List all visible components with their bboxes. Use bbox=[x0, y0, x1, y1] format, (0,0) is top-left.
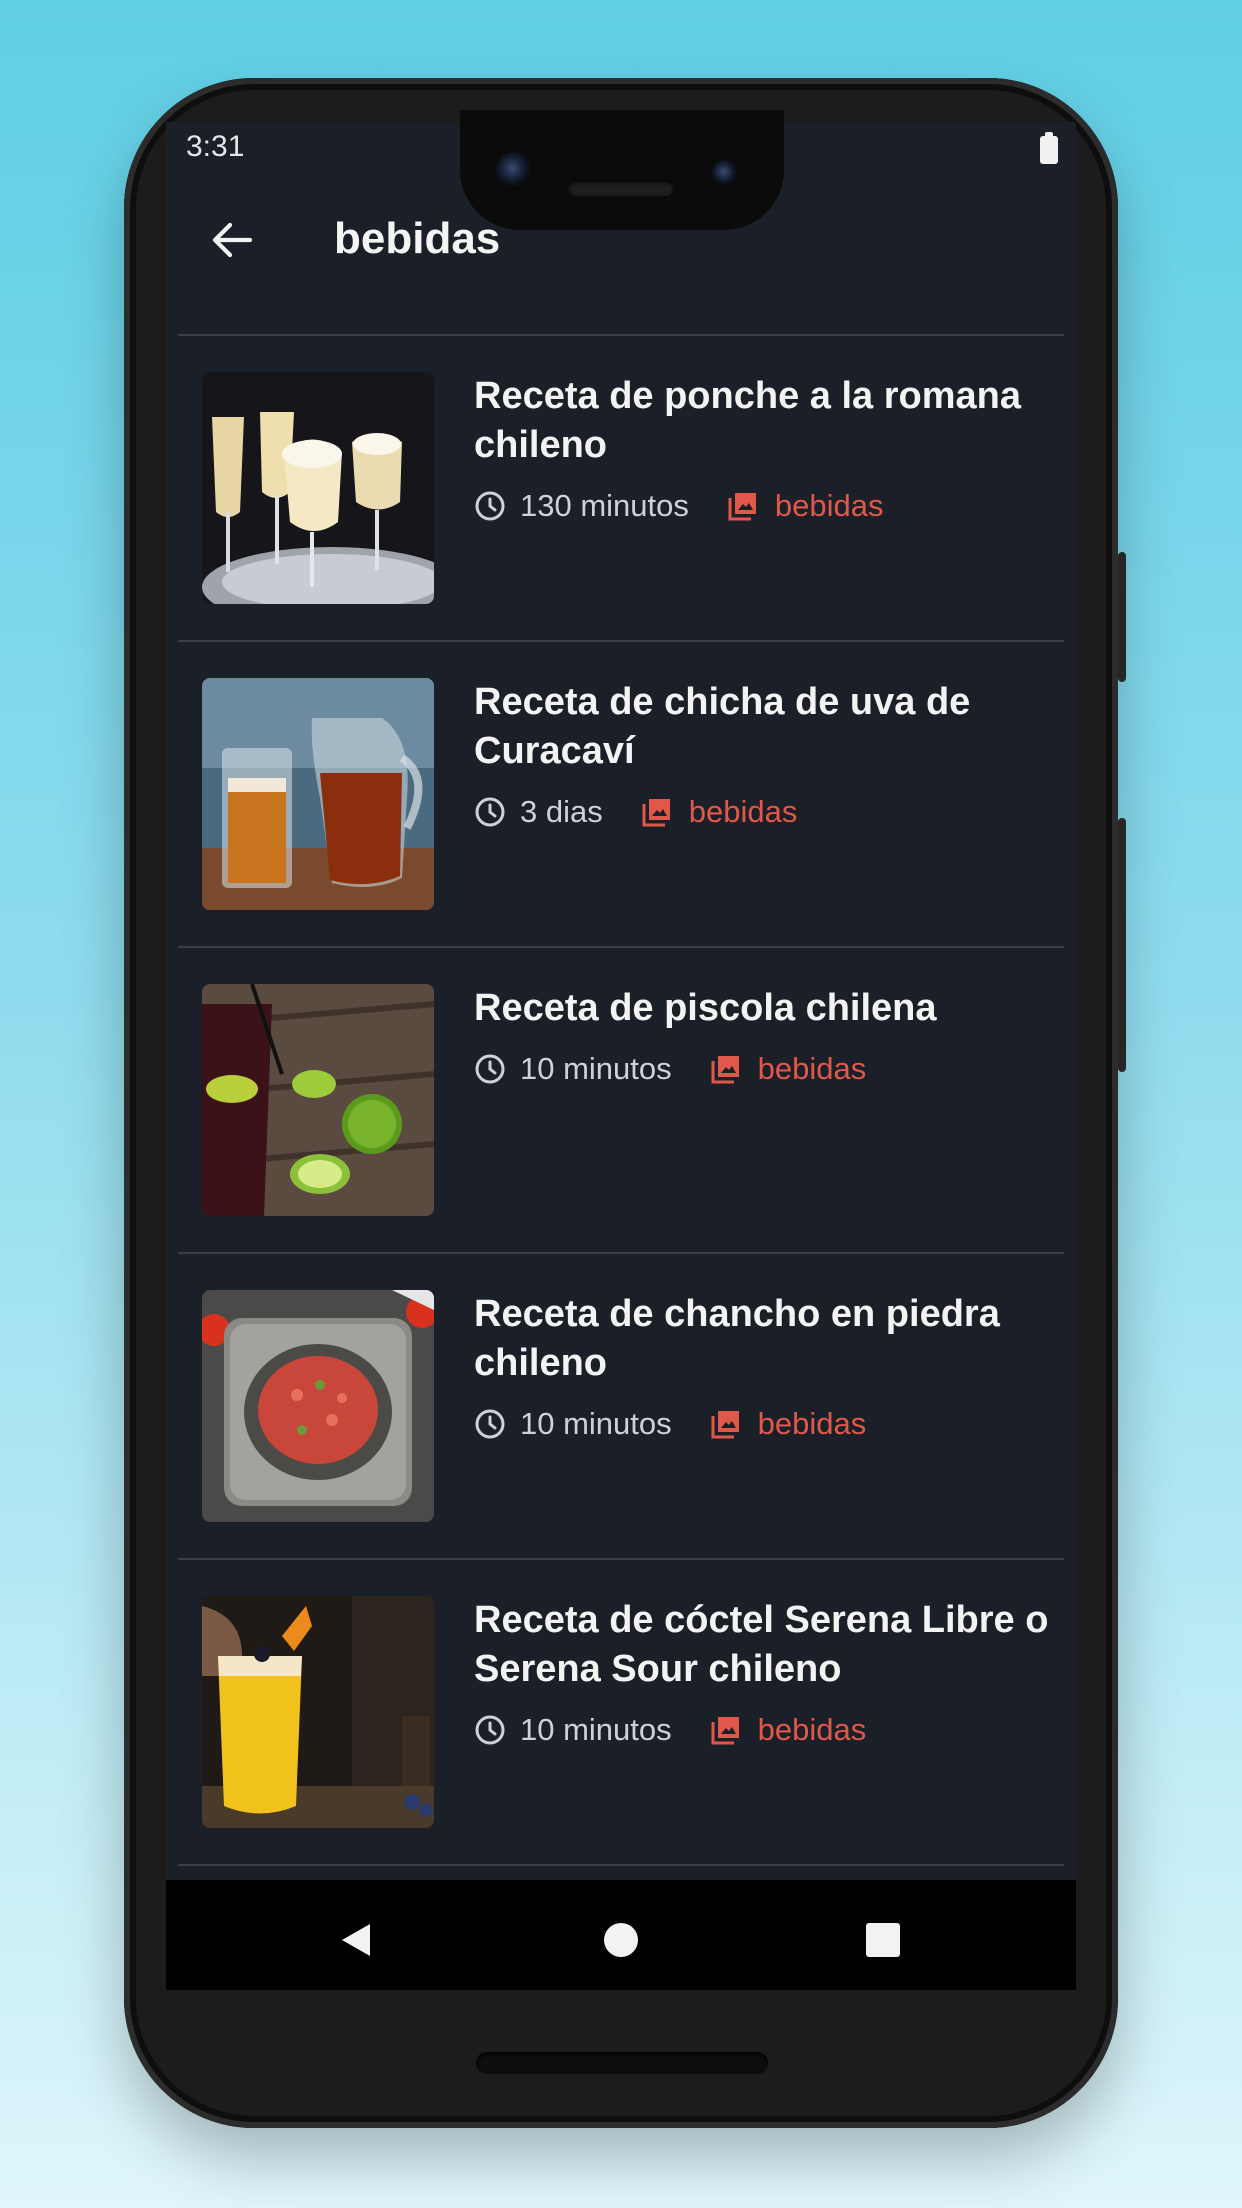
clock-icon bbox=[475, 1054, 505, 1084]
recipe-title: Receta de chancho en piedra chileno bbox=[474, 1293, 1000, 1384]
arrow-left-icon bbox=[212, 222, 253, 258]
clock-icon bbox=[475, 1409, 505, 1439]
recipe-meta: 10 minutos bebidas bbox=[474, 1406, 866, 1442]
recipe-title: Receta de cóctel Serena Libre o Serena S… bbox=[474, 1599, 1049, 1690]
recipe-time: 10 minutos bbox=[520, 1051, 672, 1086]
nav-back-button[interactable] bbox=[326, 1910, 386, 1970]
battery-icon bbox=[1040, 132, 1058, 164]
page-title: bebidas bbox=[334, 214, 501, 263]
recipe-thumbnail bbox=[202, 984, 434, 1216]
recipe-time: 3 dias bbox=[520, 794, 603, 829]
recipe-title: Receta de ponche a la romana chileno bbox=[474, 375, 1021, 466]
back-button[interactable] bbox=[196, 204, 268, 276]
recipe-time: 130 minutos bbox=[520, 488, 689, 523]
photo-library-icon bbox=[642, 799, 670, 827]
recipe-item[interactable]: Receta de ponche a la romana chileno 130… bbox=[166, 336, 1076, 640]
recipe-item[interactable]: Receta de chancho en piedra chileno 10 m… bbox=[166, 1254, 1076, 1558]
front-camera-right bbox=[712, 160, 738, 186]
recipe-time: 10 minutos bbox=[520, 1406, 672, 1441]
power-button bbox=[1118, 552, 1126, 682]
circle-home-icon bbox=[604, 1923, 638, 1957]
recipe-item[interactable]: Receta de piscola chilena 10 minutos beb… bbox=[166, 948, 1076, 1252]
recipe-item[interactable]: Receta de cóctel Serena Libre o Serena S… bbox=[166, 1560, 1076, 1864]
divider bbox=[178, 1864, 1064, 1866]
earpiece-speaker bbox=[568, 180, 674, 196]
recipe-title: Receta de chicha de uva de Curacaví bbox=[474, 681, 971, 772]
recipe-category-link[interactable]: bebidas bbox=[758, 1051, 867, 1087]
recipe-meta: 10 minutos bebidas bbox=[474, 1712, 866, 1748]
recipe-category-link[interactable]: bebidas bbox=[758, 1712, 867, 1748]
recipe-thumbnail bbox=[202, 372, 434, 604]
recipe-category-link[interactable]: bebidas bbox=[758, 1406, 867, 1442]
recipe-title: Receta de piscola chilena bbox=[474, 987, 937, 1029]
recipe-meta: 3 dias bebidas bbox=[474, 794, 797, 830]
nav-recents-button[interactable] bbox=[853, 1910, 913, 1970]
volume-button bbox=[1118, 818, 1126, 1072]
recipe-category-link[interactable]: bebidas bbox=[689, 794, 798, 830]
recipe-time: 10 minutos bbox=[520, 1712, 672, 1747]
front-camera-left bbox=[496, 152, 532, 188]
clock-icon bbox=[475, 1715, 505, 1745]
photo-library-icon bbox=[711, 1056, 739, 1084]
nav-home-button[interactable] bbox=[591, 1910, 651, 1970]
photo-library-icon bbox=[711, 1717, 739, 1745]
recipe-category-link[interactable]: bebidas bbox=[775, 488, 884, 524]
triangle-back-icon bbox=[342, 1924, 370, 1956]
photo-library-icon bbox=[728, 493, 756, 521]
status-time: 3:31 bbox=[186, 130, 245, 163]
recipe-meta: 130 minutos bebidas bbox=[474, 488, 883, 524]
recipe-thumbnail bbox=[202, 678, 434, 910]
recipe-thumbnail bbox=[202, 1290, 434, 1522]
clock-icon bbox=[475, 797, 505, 827]
bottom-speaker-grille bbox=[476, 2052, 768, 2074]
clock-icon bbox=[475, 491, 505, 521]
recipe-item[interactable]: Receta de chicha de uva de Curacaví 3 di… bbox=[166, 642, 1076, 946]
recipe-list[interactable]: Receta de ponche a la romana chileno 130… bbox=[166, 308, 1076, 1880]
recipe-thumbnail bbox=[202, 1596, 434, 1828]
photo-library-icon bbox=[711, 1411, 739, 1439]
recipe-meta: 10 minutos bebidas bbox=[474, 1051, 866, 1087]
square-recents-icon bbox=[866, 1923, 900, 1957]
